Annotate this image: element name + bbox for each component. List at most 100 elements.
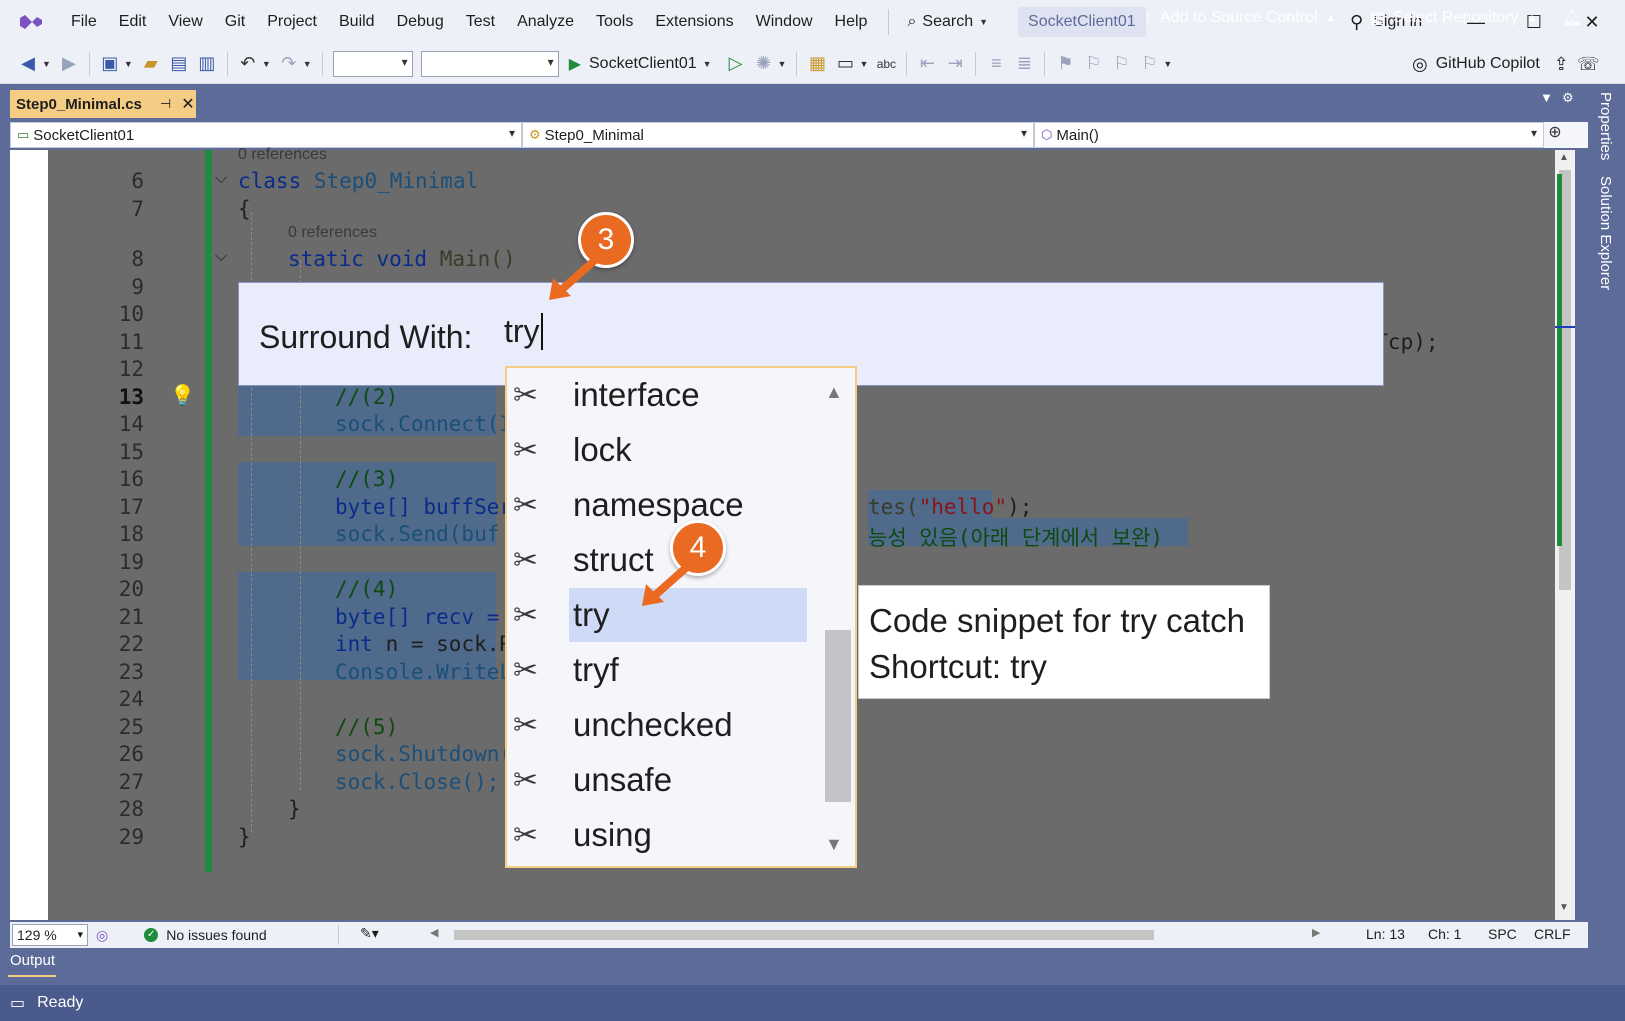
menu-git[interactable]: Git (214, 0, 256, 44)
properties-tab[interactable]: Properties (1597, 92, 1614, 160)
close-tab-icon[interactable]: ✕ (181, 94, 194, 114)
codelens-references[interactable]: 0 references (288, 224, 377, 242)
menu-analyze[interactable]: Analyze (506, 0, 585, 44)
zoom-dropdown[interactable]: 129 % (12, 924, 88, 946)
menu-separator (888, 9, 890, 35)
line-ending-indicator[interactable]: CRLF (1534, 926, 1571, 942)
github-copilot-button[interactable]: ◎ GitHub Copilot ⇪ ☏ (1412, 44, 1607, 84)
save-icon[interactable]: ▤ (165, 53, 193, 74)
line-indicator[interactable]: Ln: 13 (1366, 926, 1405, 942)
new-project-icon[interactable]: ▣ (96, 53, 124, 74)
add-to-source-control-button[interactable]: ↑ Add to Source Control ▲ (1144, 0, 1336, 36)
open-folder-icon[interactable]: ▰ (137, 53, 165, 74)
completion-scrollbar[interactable]: ▲ ▼ (815, 368, 855, 866)
editor-vertical-scrollbar[interactable]: ▲ ▼ (1555, 150, 1575, 920)
member-dropdown[interactable]: ⬡ Main() (1034, 122, 1544, 148)
menu-file[interactable]: File (60, 0, 108, 44)
surround-with-input[interactable]: try (504, 313, 543, 350)
search-button[interactable]: ⌕ Search ▼ (899, 13, 1000, 31)
previous-bookmark-icon[interactable]: ⚐ (1079, 53, 1107, 74)
clear-bookmarks-icon[interactable]: ⚐ (1135, 53, 1163, 74)
undo-icon[interactable]: ↶ (234, 53, 262, 74)
menu-test[interactable]: Test (455, 0, 506, 44)
chevron-down-icon[interactable]: ▼ (42, 59, 51, 69)
line-number: 16 (118, 467, 144, 491)
uncomment-icon[interactable]: ≣ (1010, 53, 1038, 74)
type-dropdown[interactable]: ⚙ Step0_Minimal (522, 122, 1034, 148)
menu-edit[interactable]: Edit (108, 0, 158, 44)
share-icon[interactable]: ⇪ (1554, 54, 1569, 75)
split-window-icon[interactable]: ⊕ (1544, 122, 1566, 148)
redo-icon[interactable]: ↷ (275, 53, 303, 74)
scrollbar-thumb[interactable] (454, 930, 1154, 940)
spell-check-icon[interactable]: abc (872, 57, 900, 71)
scroll-up-icon[interactable]: ▲ (1559, 152, 1569, 163)
completion-item[interactable]: ✂ tryf (507, 643, 807, 697)
completion-item[interactable]: ✂ using (507, 808, 807, 862)
completion-item[interactable]: ✂ lock (507, 423, 807, 477)
save-all-icon[interactable]: ▥ (193, 53, 221, 74)
scroll-left-icon[interactable]: ◀ (430, 926, 438, 939)
bookmark-icon[interactable]: ⚑ (1051, 53, 1079, 74)
menu-build[interactable]: Build (328, 0, 386, 44)
copilot-status-icon[interactable]: ◎ (96, 927, 108, 944)
output-tab[interactable]: Output (10, 952, 55, 969)
start-without-debugging-icon[interactable]: ▷ (722, 53, 750, 74)
column-indicator[interactable]: Ch: 1 (1428, 926, 1461, 942)
chevron-down-icon[interactable]: ▼ (859, 59, 868, 69)
scroll-down-icon[interactable]: ▼ (825, 834, 843, 855)
menu-window[interactable]: Window (745, 0, 824, 44)
menu-help[interactable]: Help (824, 0, 879, 44)
solution-explorer-icon[interactable]: ▦ (803, 53, 831, 74)
notifications-button[interactable]: 🔔︎ (1562, 0, 1582, 36)
hot-reload-icon[interactable]: ✺ (750, 53, 778, 74)
indent-mode-indicator[interactable]: SPC (1488, 926, 1517, 942)
menu-tools[interactable]: Tools (585, 0, 644, 44)
navigate-back-icon[interactable]: ◀ (14, 53, 42, 74)
scroll-down-icon[interactable]: ▼ (1559, 902, 1569, 913)
snippet-completion-list[interactable]: ✂ interface ✂ lock ✂ namespace ✂ struct ✂ try… (505, 366, 857, 868)
code-cleanup-icon[interactable]: ✎▾ (360, 925, 379, 942)
solution-platform-combo[interactable] (420, 50, 559, 77)
settings-gear-icon[interactable]: ⚙ (1562, 90, 1574, 106)
indent-icon[interactable]: ⇥ (941, 53, 969, 74)
chevron-down-icon[interactable]: ▼ (262, 59, 271, 69)
tab-step0-minimal[interactable]: Step0_Minimal.cs ⊣ ✕ (10, 90, 196, 118)
chevron-down-icon[interactable]: ▼ (1163, 59, 1172, 69)
comment-icon[interactable]: ≡ (982, 53, 1010, 74)
solution-explorer-tab[interactable]: Solution Explorer (1597, 176, 1614, 290)
fold-collapse-icon[interactable]: ⌵ (215, 170, 227, 188)
feedback-icon[interactable]: ☏ (1577, 54, 1600, 75)
completion-item[interactable]: ✂ unsafe (507, 753, 807, 807)
select-repository-button[interactable]: ▦ Select Repository ▲ (1370, 0, 1537, 36)
start-debugging-button[interactable]: ▶ SocketClient01 ▼ (569, 54, 716, 74)
next-bookmark-icon[interactable]: ⚐ (1107, 53, 1135, 74)
menu-project[interactable]: Project (256, 0, 328, 44)
scroll-right-icon[interactable]: ▶ (1312, 926, 1320, 939)
outdent-icon[interactable]: ⇤ (913, 53, 941, 74)
line-number: 19 (118, 550, 144, 574)
completion-item[interactable]: ✂ namespace (507, 478, 807, 532)
chevron-down-icon[interactable]: ▼ (778, 59, 787, 69)
solution-configuration-combo[interactable] (332, 50, 413, 77)
menu-view[interactable]: View (157, 0, 213, 44)
snippet-icon: ✂ (513, 818, 539, 852)
scroll-up-icon[interactable]: ▲ (825, 382, 843, 403)
project-dropdown[interactable]: ▭ SocketClient01 (10, 122, 522, 148)
menu-extensions[interactable]: Extensions (644, 0, 744, 44)
chevron-down-icon[interactable]: ▼ (124, 59, 133, 69)
completion-item[interactable]: ✂ unchecked (507, 698, 807, 752)
navigate-forward-icon[interactable]: ▶ (55, 53, 83, 74)
fold-collapse-icon[interactable]: ⌵ (215, 248, 227, 266)
chevron-down-icon[interactable]: ▼ (303, 59, 312, 69)
layout-icon[interactable]: ▭ (831, 53, 859, 74)
menu-debug[interactable]: Debug (386, 0, 455, 44)
completion-item[interactable]: ✂ interface (507, 368, 807, 422)
pin-icon[interactable]: ⊣ (160, 96, 171, 112)
tab-overflow-icon[interactable]: ▼ (1540, 90, 1553, 105)
editor-horizontal-scrollbar[interactable]: ◀ ▶ (430, 927, 1330, 940)
issues-indicator[interactable]: ✓ No issues found (144, 927, 267, 943)
scrollbar-thumb[interactable] (825, 630, 851, 802)
codelens-references[interactable]: 0 references (238, 146, 327, 164)
lightbulb-icon[interactable]: 💡 (170, 383, 195, 408)
